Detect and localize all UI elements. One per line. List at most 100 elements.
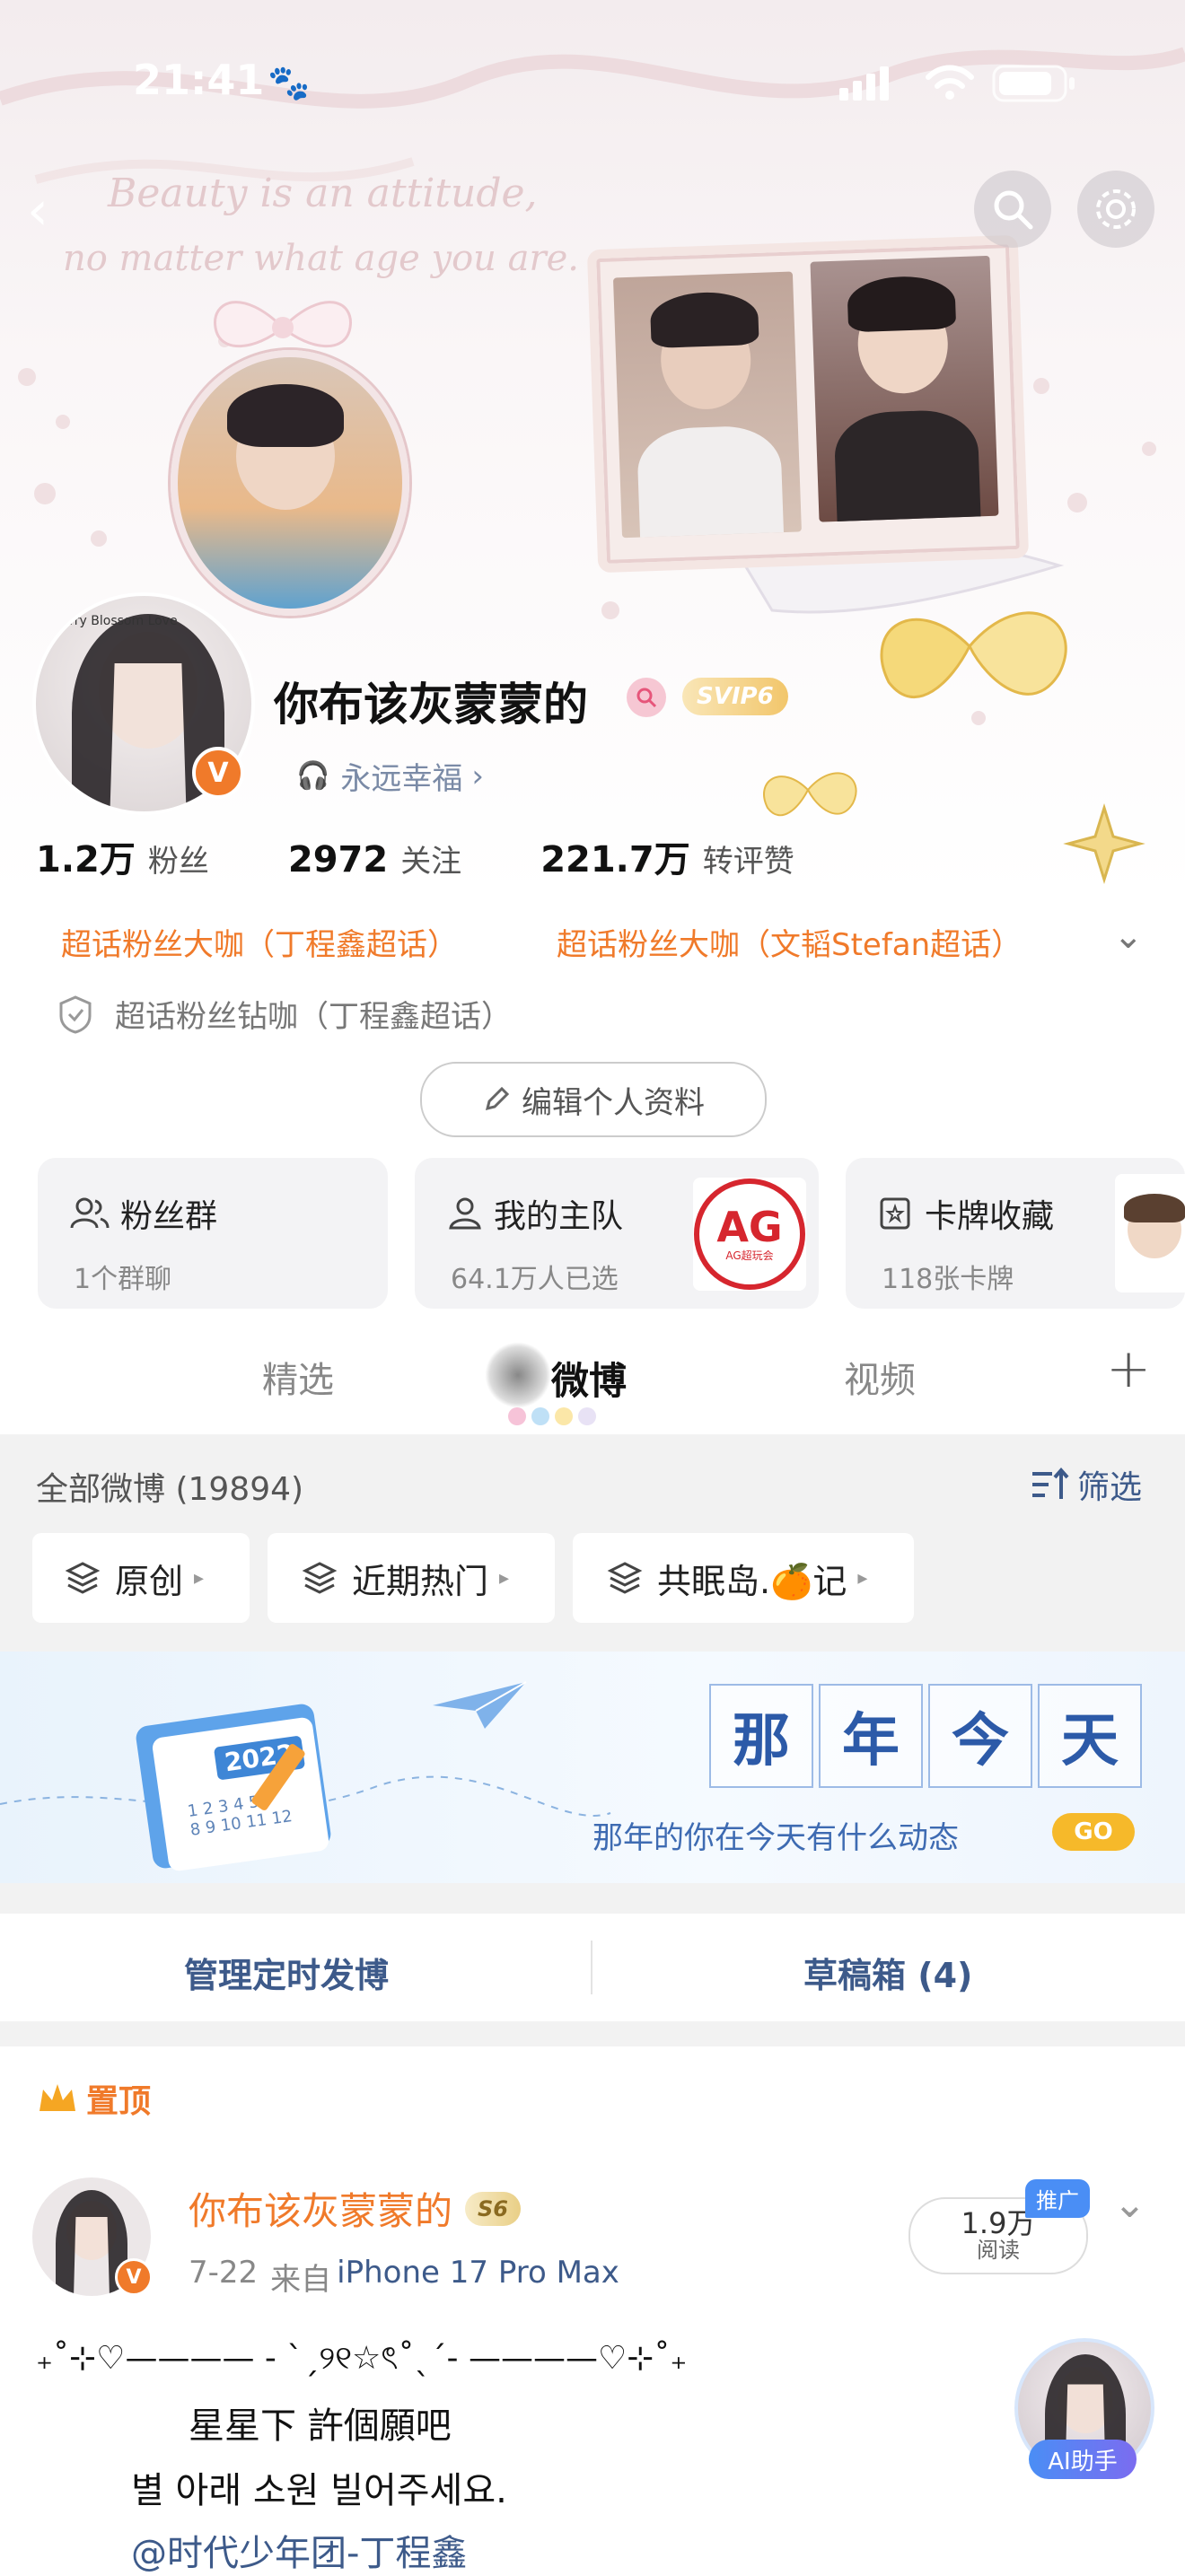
- on-this-day-banner[interactable]: 2022 1 2 3 4 58 9 10 11 12 那 年 今 天 那年的你在…: [0, 1652, 1185, 1883]
- collection-thumbnail: [1115, 1174, 1185, 1292]
- edit-profile-button[interactable]: 编辑个人资料: [420, 1062, 767, 1137]
- paw-icon: 🐾: [268, 63, 311, 102]
- edit-profile-label: 编辑个人资料: [522, 1084, 705, 1121]
- post-menu-chevron-icon[interactable]: ⌄: [1113, 2181, 1146, 2227]
- post-date: 7-22: [189, 2255, 259, 2291]
- post-device[interactable]: iPhone 17 Pro Max: [337, 2255, 619, 2299]
- banner-char-4: 天: [1038, 1684, 1142, 1788]
- layers-icon: [302, 1562, 338, 1594]
- chevron-right-icon: ›: [471, 758, 484, 794]
- card-my-team[interactable]: 我的主队 64.1万人已选 AG AG超玩会: [415, 1158, 819, 1309]
- following-count[interactable]: 2972: [288, 839, 388, 881]
- ai-assistant-label[interactable]: AI助手: [1029, 2440, 1137, 2479]
- likes-count[interactable]: 221.7万: [540, 830, 690, 882]
- post-mention-link[interactable]: @时代少年团-丁程鑫: [131, 2524, 467, 2576]
- filter-custom-button[interactable]: 共眠岛.🍊记 ▸: [573, 1533, 914, 1623]
- avatar-caption: Cherry Blossom Love: [45, 614, 178, 628]
- following-label[interactable]: 关注: [400, 837, 461, 881]
- all-posts-count: 全部微博 (19894): [36, 1471, 304, 1508]
- pinned-label: 置顶: [86, 2083, 152, 2120]
- manage-row: 管理定时发博 草稿箱 (4): [0, 1914, 1185, 2021]
- butterfly-icon: [880, 611, 1067, 699]
- photo-frame: [586, 234, 1030, 574]
- tab-weibo-sparkle-icon: [485, 1342, 551, 1408]
- group-icon: [70, 1197, 110, 1229]
- likes-label[interactable]: 转评赞: [703, 837, 794, 881]
- caret-right-icon: ▸: [499, 1566, 510, 1590]
- verified-badge-icon: V: [192, 747, 244, 799]
- filter-original-button[interactable]: 原创 ▸: [32, 1533, 250, 1623]
- expand-tags-icon[interactable]: ⌄: [1113, 916, 1144, 957]
- filter-original-label: 原创: [115, 1561, 184, 1601]
- filter-button[interactable]: 筛选: [1031, 1461, 1142, 1508]
- divider: [591, 1941, 592, 1994]
- filter-icon: [1032, 1467, 1069, 1499]
- post-text-line-3: 별 아래 소원 빌어주세요.: [131, 2470, 507, 2511]
- super-fan-tag-1[interactable]: 超话粉丝大咖（丁程鑫超话）: [61, 920, 458, 964]
- on-this-day-title: 那 年 今 天: [709, 1684, 1142, 1788]
- search-icon: [994, 190, 1033, 230]
- post-verified-icon: V: [115, 2258, 153, 2296]
- tab-active-indicator: [508, 1407, 596, 1425]
- bio-text: 永远幸福: [340, 761, 463, 797]
- back-icon[interactable]: ‹: [27, 180, 48, 242]
- card-card-collection[interactable]: 卡牌收藏 118张卡牌: [846, 1158, 1185, 1309]
- filter-hot-button[interactable]: 近期热门 ▸: [268, 1533, 555, 1623]
- super-fan-tag-2[interactable]: 超话粉丝大咖（文韬Stefan超话）: [557, 920, 1022, 964]
- scheduled-posts-button[interactable]: 管理定时发博: [184, 1948, 389, 1997]
- header-script-line-1: Beauty is an attitude,: [108, 171, 538, 216]
- tab-featured[interactable]: 精选: [262, 1351, 334, 1403]
- post-reads-label: 阅读: [977, 2237, 1020, 2263]
- banner-char-1: 那: [709, 1684, 813, 1788]
- caret-right-icon: ▸: [194, 1566, 205, 1590]
- status-time: 21:41: [133, 56, 265, 104]
- gear-icon: [1096, 189, 1136, 229]
- pinned-post-card: 置顶 V 你布该灰蒙蒙的 S6 7-22 来自 iPhone 17 Pro Ma…: [0, 2046, 1185, 2574]
- headphone-icon: 🎧: [296, 760, 330, 792]
- bow-icon: [214, 301, 352, 348]
- card-collection-sub: 118张卡牌: [882, 1264, 1014, 1295]
- crown-icon: [40, 2084, 75, 2111]
- layers-icon: [607, 1562, 643, 1594]
- portrait-oval-image: [171, 350, 409, 616]
- card-my-team-title: 我的主队: [494, 1198, 624, 1235]
- post-text-line-2: 星星下 許個願吧: [189, 2405, 452, 2447]
- drafts-button[interactable]: 草稿箱 (4): [803, 1948, 972, 1997]
- card-collection-icon: [880, 1197, 910, 1230]
- post-from-label: 来自: [270, 2262, 332, 2298]
- add-tab-icon[interactable]: +: [1106, 1337, 1151, 1400]
- banner-go-button[interactable]: GO: [1052, 1813, 1135, 1851]
- bio-row[interactable]: 🎧 永远幸福 ›: [296, 754, 484, 798]
- super-fan-tag-3: 超话粉丝钻咖（丁程鑫超话）: [115, 999, 512, 1035]
- card-collection-title: 卡牌收藏: [925, 1198, 1055, 1235]
- paper-plane-icon: [433, 1681, 527, 1729]
- card-fan-group[interactable]: 粉丝群 1个群聊: [38, 1158, 388, 1309]
- post-author-name[interactable]: 你布该灰蒙蒙的: [189, 2181, 452, 2236]
- filter-custom-label: 共眠岛.🍊记: [657, 1561, 847, 1601]
- svip-badge[interactable]: SVIP6: [682, 678, 788, 715]
- team-logo-text: AG超玩会: [725, 1249, 774, 1262]
- search-button[interactable]: [974, 171, 1051, 248]
- settings-button[interactable]: [1077, 171, 1154, 248]
- layers-icon: [65, 1562, 101, 1594]
- promo-badge: 推广: [1025, 2179, 1090, 2218]
- banner-char-2: 年: [819, 1684, 923, 1788]
- card-fan-group-sub: 1个群聊: [74, 1264, 172, 1295]
- super-fan-tag-3-row[interactable]: 超话粉丝钻咖（丁程鑫超话）: [57, 992, 512, 1036]
- battery-icon: [992, 65, 1075, 102]
- post-meta-row: 7-22 来自 iPhone 17 Pro Max: [189, 2255, 619, 2299]
- team-icon: [449, 1197, 481, 1230]
- team-logo: AG AG超玩会: [693, 1178, 806, 1291]
- tab-video[interactable]: 视频: [844, 1351, 916, 1403]
- photo-left-image: [612, 271, 802, 539]
- tab-weibo[interactable]: 微博: [551, 1351, 627, 1406]
- post-level-badge: S6: [465, 2191, 521, 2226]
- filter-hot-label: 近期热门: [352, 1561, 489, 1601]
- signal-icon: [839, 66, 889, 101]
- followers-count[interactable]: 1.2万: [36, 830, 136, 882]
- shield-icon: [59, 994, 92, 1034]
- search-tag-icon[interactable]: [627, 678, 666, 717]
- post-author-row: 你布该灰蒙蒙的 S6: [189, 2181, 521, 2236]
- card-my-team-sub: 64.1万人已选: [451, 1264, 619, 1295]
- followers-label[interactable]: 粉丝: [148, 837, 209, 881]
